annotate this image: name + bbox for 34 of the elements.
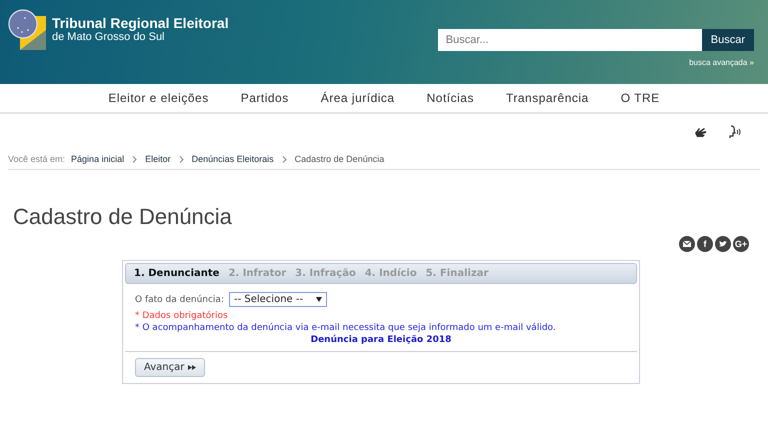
required-note: * Dados obrigatórios <box>135 311 229 321</box>
field-label: O fato da denúncia: <box>135 294 224 304</box>
email-icon[interactable] <box>679 236 695 252</box>
nav-link[interactable]: Eleitor e eleições <box>108 91 209 105</box>
advanced-search-link[interactable]: busca avançada » <box>689 58 754 67</box>
logo-subtitle: de Mato Grosso do Sul <box>52 30 165 42</box>
bird-icon[interactable] <box>715 236 731 252</box>
breadcrumb-link[interactable]: Página inicial <box>71 154 124 164</box>
double-arrow-icon <box>188 365 196 370</box>
step-tab[interactable]: 1. Denunciante <box>134 268 220 279</box>
breadcrumb-current: Cadastro de Denúncia <box>294 154 384 164</box>
next-button[interactable]: Avançar <box>135 358 205 377</box>
nav-link[interactable]: Notícias <box>426 91 474 105</box>
nav-link[interactable]: Área jurídica <box>320 91 395 105</box>
dropdown-arrow-icon <box>316 297 322 302</box>
chevron-icon <box>132 156 138 162</box>
nav-link[interactable]: Transparência <box>506 91 589 105</box>
breadcrumb-link[interactable]: Eleitor <box>145 154 171 164</box>
search-button[interactable]: Buscar <box>702 29 754 51</box>
search-field[interactable]: Buscar... <box>438 29 702 51</box>
google-plus-icon[interactable]: G+ <box>733 236 749 252</box>
logo-title: Tribunal Regional Eleitoral <box>52 16 229 30</box>
page-title: Cadastro de Denúncia <box>13 204 233 230</box>
email-note: * O acompanhamento da denúncia via e-mail necessita que seja informado um e-mail válido. <box>135 323 557 333</box>
select-dropdown[interactable]: -- Selecione -- <box>228 292 327 307</box>
election-note: Denúncia para Eleição 2018 <box>310 335 452 345</box>
chevron-icon <box>178 156 184 162</box>
breadcrumb-label: Você está em: <box>8 154 66 164</box>
logo-icon[interactable] <box>8 8 48 50</box>
facebook-icon[interactable]: f <box>697 236 713 252</box>
chevron-icon <box>282 156 287 162</box>
nav-link[interactable]: O TRE <box>620 91 660 105</box>
nav-link[interactable]: Partidos <box>240 91 289 105</box>
breadcrumb-link[interactable]: Denúncias Eleitorais <box>192 154 274 164</box>
